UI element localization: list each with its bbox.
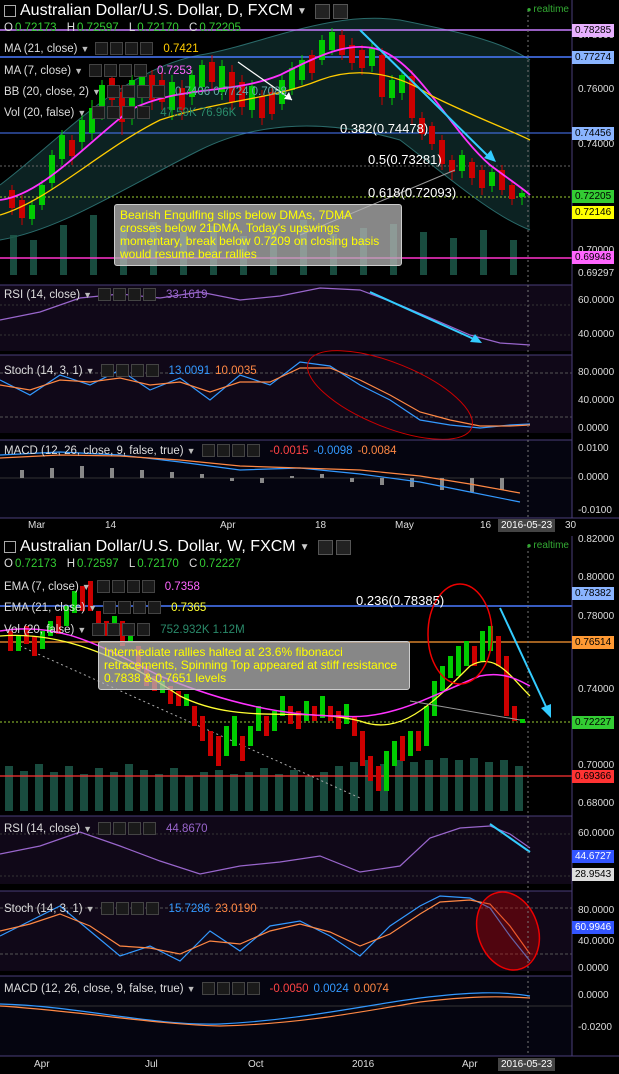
- price-tag: 0.78285: [572, 24, 615, 37]
- rsi-low-tag: 28.9543: [572, 868, 615, 881]
- weekly-date-axis: Apr Jul Oct 2016 Apr 2016-05-23: [0, 1058, 572, 1072]
- daily-chart: Australian Dollar/U.S. Dollar, D, FXCM ▼…: [0, 0, 619, 533]
- fibo-236-label: 0.236(0.78385): [356, 593, 445, 608]
- realtime-badge: realtime: [527, 540, 569, 551]
- daily-date-tag: 2016-05-23: [498, 519, 556, 532]
- legend-ma21[interactable]: MA (21, close) ▼ 0.7421: [4, 42, 199, 55]
- legend-vol[interactable]: Vol (20, false) ▼ 752.932K 1.12M: [4, 623, 245, 636]
- daily-date-axis: Mar 14 Apr 18 May 16 30 2016-05-23: [28, 519, 577, 532]
- weekly-rsi-axis: 60.0000 44.6727 28.9543: [572, 816, 619, 884]
- daily-symbol-title[interactable]: Australian Dollar/U.S. Dollar, D, FXCM: [20, 2, 293, 20]
- legend-ma7[interactable]: MA (7, close) ▼ 0.7253: [4, 64, 192, 77]
- chevron-down-icon[interactable]: ▼: [297, 6, 307, 17]
- chevron-down-icon[interactable]: ▼: [300, 542, 310, 553]
- legend-ema21[interactable]: EMA (21, close) ▼ 0.7365: [4, 601, 206, 614]
- daily-rsi-legend[interactable]: RSI (14, close) ▼ 33.1619: [4, 288, 208, 301]
- weekly-stoch-legend[interactable]: Stoch (14, 3, 1) ▼ 15.7286 23.0190: [4, 902, 257, 915]
- daily-annotation: Bearish Engulfing slips below DMAs, 7DMA…: [114, 204, 402, 266]
- price-tag: 0.74456: [572, 127, 615, 140]
- weekly-macd-legend[interactable]: MACD (12, 26, close, 9, false, true) ▼ -0…: [4, 982, 389, 995]
- weekly-ohlc: O 0.72173 H 0.72597 L 0.72170 C 0.72227: [4, 558, 241, 570]
- legend-ema7[interactable]: EMA (7, close) ▼ 0.7358: [4, 580, 200, 593]
- daily-rsi-axis: 60.0000 40.0000: [578, 295, 615, 340]
- hide-icon[interactable]: [332, 3, 348, 19]
- settings-icon[interactable]: [314, 3, 330, 19]
- collapse-icon[interactable]: [4, 541, 16, 553]
- legend-bb[interactable]: BB (20, close, 2) ▼ 0.7406 0.7724 0.7088: [4, 85, 287, 98]
- realtime-badge: realtime: [527, 4, 569, 15]
- daily-macd-legend[interactable]: MACD (12, 26, close, 9, false, true) ▼ -0…: [4, 444, 397, 457]
- rsi-tag: 44.6727: [572, 850, 615, 863]
- price-tag: 0.78382: [572, 587, 615, 600]
- daily-price-axis: 0.78000 0.76000 0.74000 0.70000 0.69297 …: [572, 0, 619, 280]
- stoch-tag: 60.9946: [572, 921, 615, 934]
- price-tag: 0.72205: [572, 190, 615, 203]
- hide-icon[interactable]: [335, 539, 351, 555]
- collapse-icon[interactable]: [4, 5, 16, 17]
- weekly-stoch-axis: 80.0000 60.9946 40.0000 0.0000: [572, 891, 619, 974]
- price-tag: 0.69366: [572, 770, 615, 783]
- price-tag: 0.72146: [572, 206, 615, 219]
- fibo-618-label: 0.618(0.72093): [368, 185, 457, 200]
- fibo-382-label: 0.382(0.74478): [340, 121, 429, 136]
- weekly-price-axis: 0.82000 0.80000 0.78000 0.74000 0.70000 …: [572, 534, 619, 816]
- fibo-5-label: 0.5(0.73281): [368, 152, 442, 167]
- daily-ohlc: O 0.72173 H 0.72597 L 0.72170 C 0.72205: [4, 22, 241, 34]
- daily-stoch-legend[interactable]: Stoch (14, 3, 1) ▼ 13.0091 10.0035: [4, 364, 257, 377]
- price-tag: 0.76514: [572, 636, 615, 649]
- weekly-annotation: Intermediate rallies halted at 23.6% fib…: [98, 641, 410, 690]
- weekly-macd-axis: 0.0000 -0.0200: [578, 990, 612, 1033]
- price-tag: 0.69948: [572, 251, 615, 264]
- price-tag: 0.72227: [572, 716, 615, 729]
- settings-icon[interactable]: [317, 539, 333, 555]
- daily-macd-axis: 0.0100 0.0000 -0.0100: [578, 443, 612, 516]
- daily-stoch-axis: 80.0000 40.0000 0.0000: [578, 367, 615, 434]
- weekly-symbol-title[interactable]: Australian Dollar/U.S. Dollar, W, FXCM: [20, 538, 296, 556]
- price-tag: 0.77274: [572, 51, 615, 64]
- weekly-rsi-legend[interactable]: RSI (14, close) ▼ 44.8670: [4, 822, 208, 835]
- weekly-chart: Australian Dollar/U.S. Dollar, W, FXCM ▼…: [0, 534, 619, 1074]
- legend-vol[interactable]: Vol (20, false) ▼ 47.59K 76.96K: [4, 106, 236, 119]
- weekly-date-tag: 2016-05-23: [498, 1058, 556, 1071]
